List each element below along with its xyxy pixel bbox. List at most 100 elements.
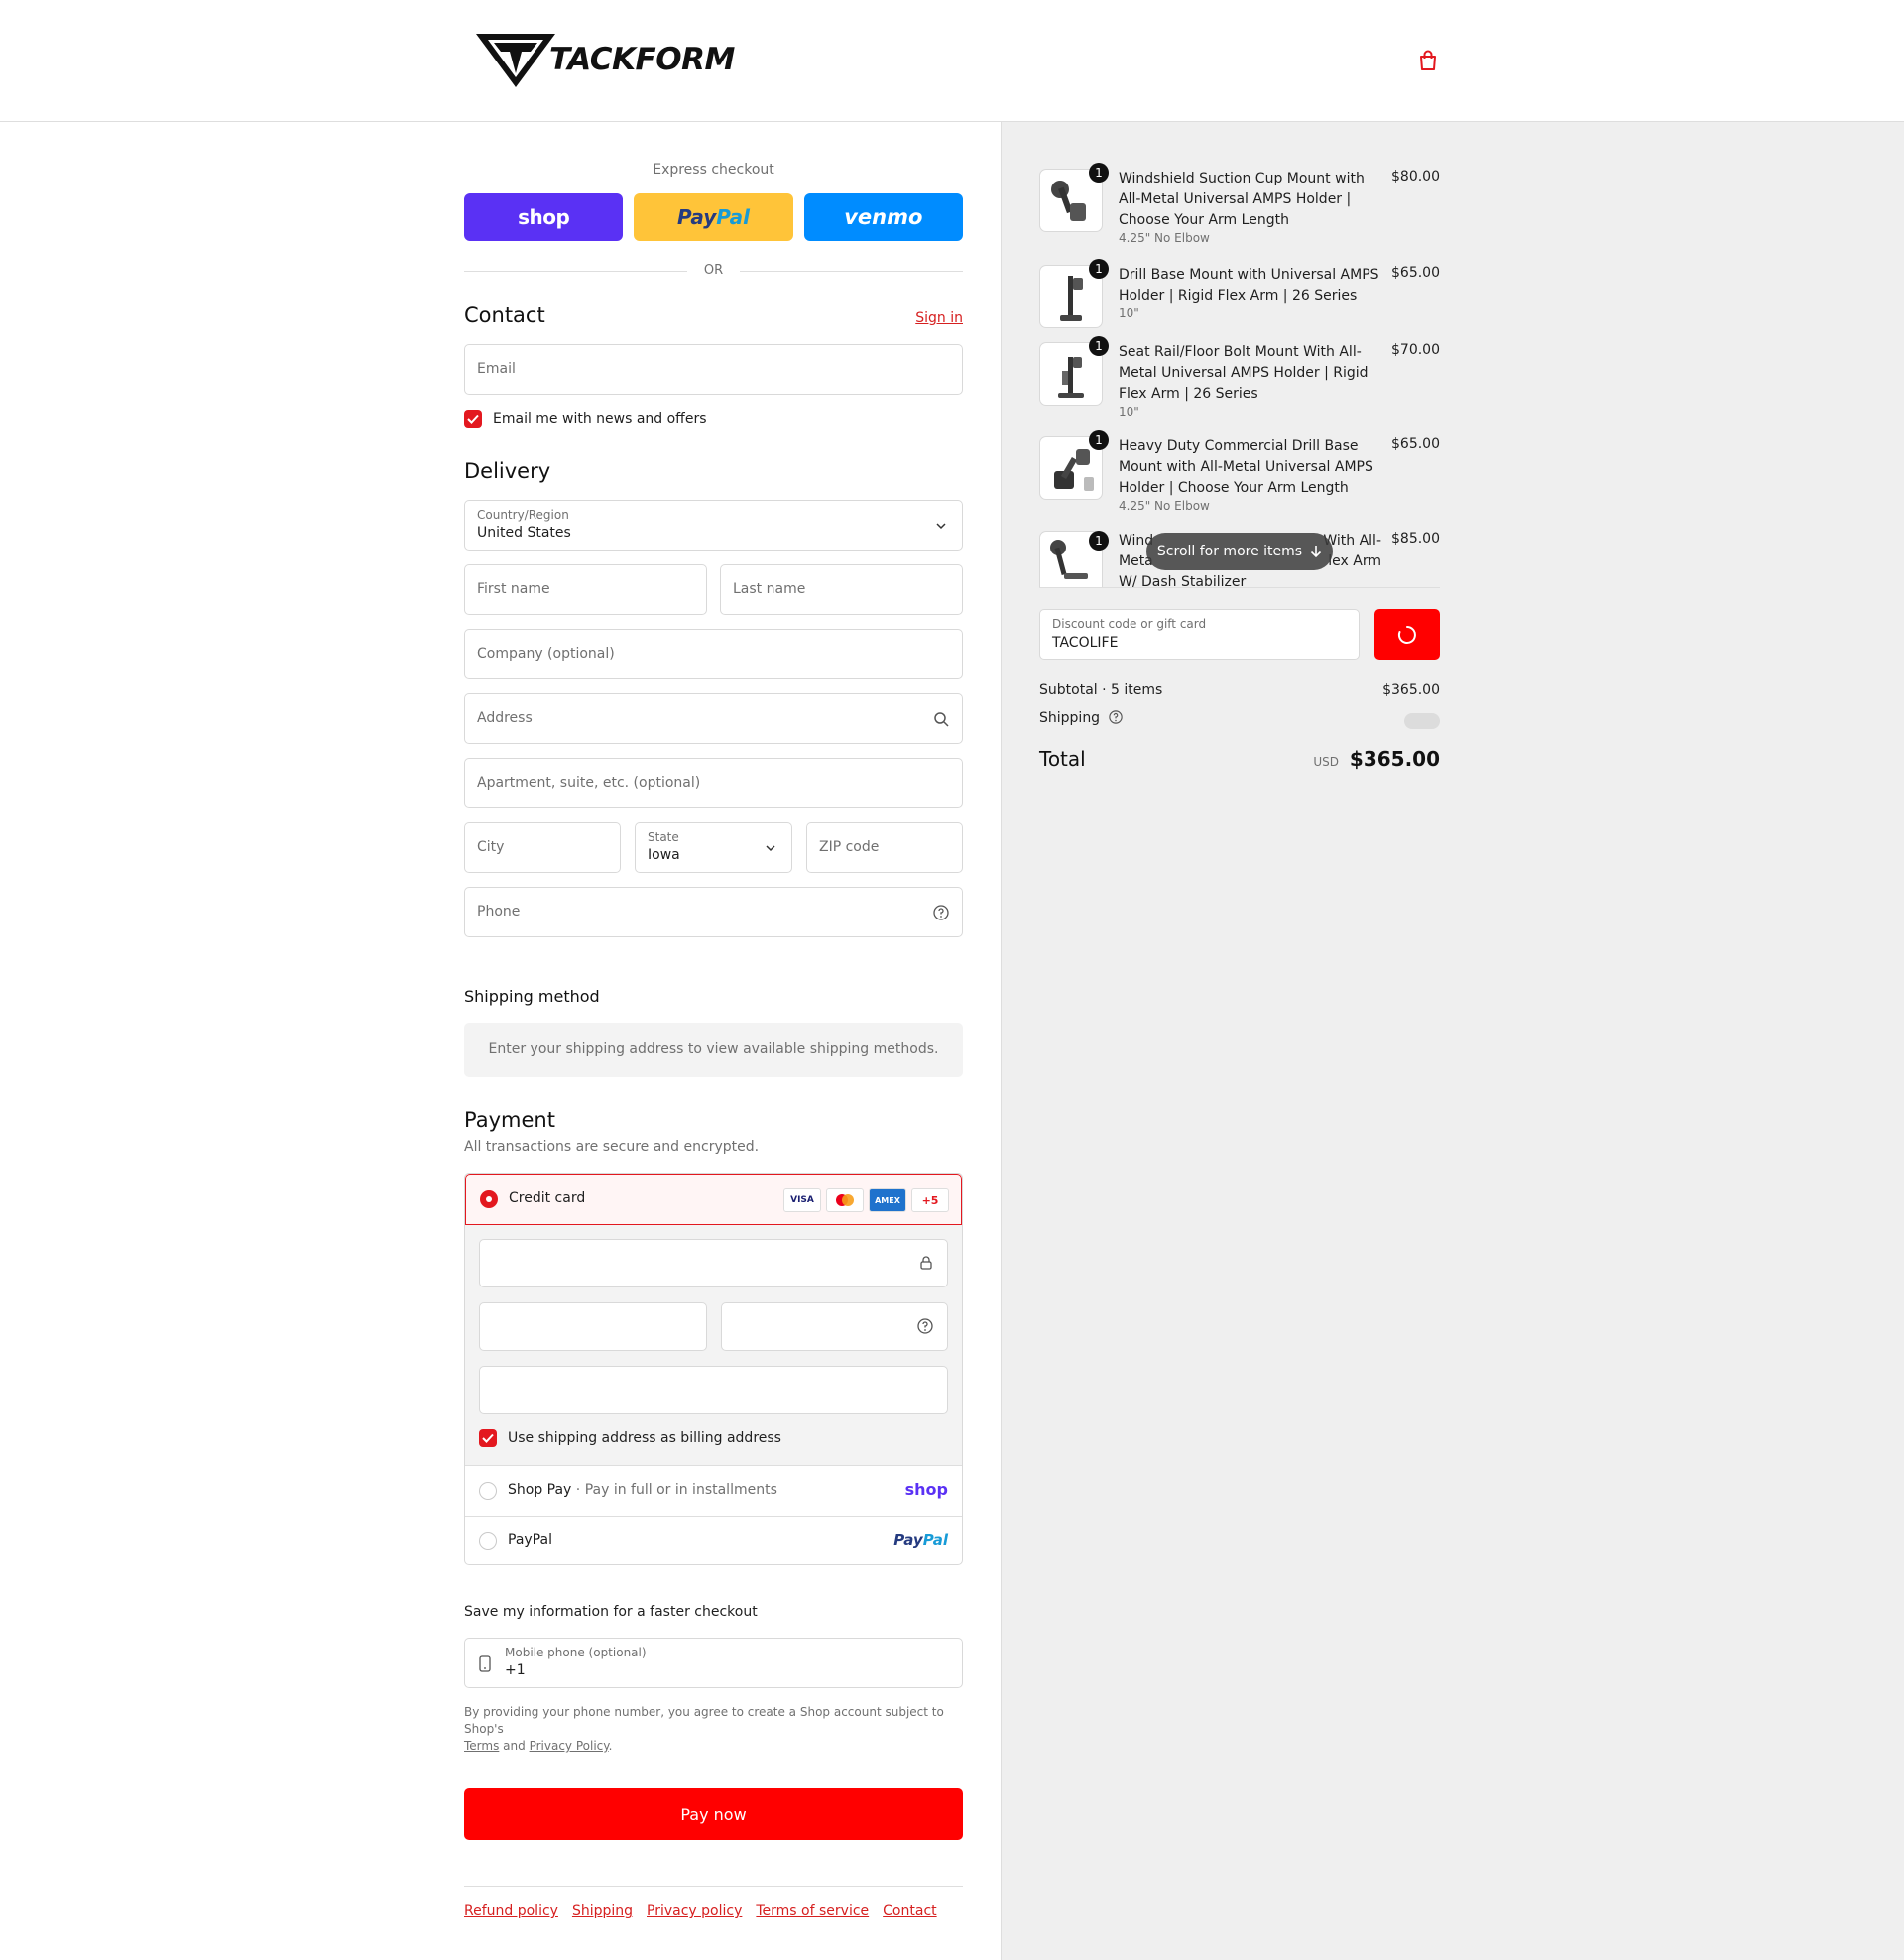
help-circle-icon[interactable] [932,904,950,921]
paypal-logo: PayPal [893,1531,948,1549]
city-placeholder: City [477,839,505,855]
line-item: 1 Seat Rail/Floor Bolt Mount With All-Me… [1039,336,1440,422]
privacy-policy-link[interactable]: Privacy Policy [530,1739,609,1753]
footer-links: Refund policy Shipping Privacy policy Te… [464,1903,937,1919]
name-on-card-field[interactable] [479,1366,948,1414]
shop-pay-express-button[interactable]: shop [464,193,624,241]
credit-card-option[interactable]: Credit card VISA AMEX +5 [465,1174,962,1225]
quantity-badge: 1 [1089,531,1109,551]
terms-link[interactable]: Terms [464,1739,499,1753]
visa-logo: VISA [783,1188,821,1212]
last-name-field[interactable]: Last name [720,564,963,615]
zip-field[interactable]: ZIP code [806,822,963,873]
product-name-part: W/ Dash Stabilizer [1119,574,1247,587]
product-name: Windshield Suction Cup Mount with All-Me… [1119,171,1365,228]
address-placeholder: Address [477,710,533,726]
subtotal-value: $365.00 [1382,682,1440,698]
card-number-field[interactable] [479,1239,948,1287]
product-name: Seat Rail/Floor Bolt Mount With All-Meta… [1119,344,1368,402]
total-label: Total [1039,747,1086,771]
state-value: Iowa [648,847,680,863]
express-checkout-label: Express checkout [653,162,774,178]
scroll-hint-label: Scroll for more items [1156,544,1303,559]
save-info-title: Save my information for a faster checkou… [464,1604,758,1620]
product-name: Heavy Duty Commercial Drill Base Mount w… [1119,438,1373,496]
mobile-phone-label: Mobile phone (optional) [505,1646,647,1659]
pay-now-button[interactable]: Pay now [464,1788,963,1840]
paypal-logo-pal: Pal [922,1531,948,1549]
shop-account-disclaimer: By providing your phone number, you agre… [464,1704,963,1755]
refund-policy-link[interactable]: Refund policy [464,1903,558,1919]
shop-pay-option-label: Shop Pay · Pay in full or in installment… [508,1482,777,1498]
more-cards-badge: +5 [911,1188,949,1212]
company-field[interactable]: Company (optional) [464,629,963,679]
help-circle-icon[interactable] [1108,710,1123,724]
quantity-badge: 1 [1089,430,1109,450]
shop-pay-subtext: Pay in full or in installments [584,1482,777,1498]
product-price: $70.00 [1391,342,1440,358]
security-code-field[interactable] [721,1302,948,1351]
apartment-field[interactable]: Apartment, suite, etc. (optional) [464,758,963,808]
shipping-policy-link[interactable]: Shipping [572,1903,633,1919]
country-select[interactable]: Country/Region United States [464,500,963,551]
paypal-express-button[interactable]: Pay Pal [634,193,793,241]
shop-pay-logo: shop [518,205,570,229]
payment-title: Payment [464,1108,555,1132]
or-text: OR [703,263,724,278]
billing-address-checkbox-row[interactable]: Use shipping address as billing address [479,1429,781,1447]
paypal-option[interactable]: PayPal PayPal [465,1516,962,1564]
product-name-part: lex Arm [1328,553,1381,569]
apartment-placeholder: Apartment, suite, etc. (optional) [477,775,701,791]
apply-discount-button[interactable] [1374,609,1440,660]
sign-in-link[interactable]: Sign in [915,310,963,326]
paypal-logo-pay: Pay [676,205,717,229]
phone-field[interactable]: Phone [464,887,963,937]
last-name-placeholder: Last name [733,581,806,597]
terms-of-service-link[interactable]: Terms of service [756,1903,869,1919]
product-variant: 10" [1119,405,1139,419]
address-field[interactable]: Address [464,693,963,744]
scroll-for-more-button[interactable]: Scroll for more items [1146,533,1333,570]
chevron-down-icon [932,517,950,535]
product-variant: 4.25" No Elbow [1119,499,1210,513]
shop-pay-logo: shop [904,1480,948,1499]
news-offers-label: Email me with news and offers [493,411,707,427]
shop-pay-radio[interactable] [479,1482,497,1500]
lock-icon [919,1255,933,1275]
zip-placeholder: ZIP code [819,839,880,855]
paypal-radio[interactable] [479,1532,497,1550]
expiry-field[interactable] [479,1302,707,1351]
news-offers-checkbox[interactable] [464,410,482,428]
total-value: $365.00 [1349,747,1440,771]
first-name-placeholder: First name [477,581,550,597]
billing-address-checkbox[interactable] [479,1429,497,1447]
state-select[interactable]: State Iowa [635,822,792,873]
amex-logo: AMEX [869,1188,906,1212]
subtotal-label: Subtotal · 5 items [1039,682,1163,698]
venmo-express-button[interactable]: venmo [803,193,963,241]
footer-divider [464,1886,963,1887]
cart-button[interactable] [1415,48,1441,73]
news-offers-checkbox-row[interactable]: Email me with news and offers [464,410,707,428]
disclaimer-and: and [503,1739,526,1753]
privacy-policy-link[interactable]: Privacy policy [647,1903,742,1919]
city-field[interactable]: City [464,822,621,873]
paypal-label: PayPal [508,1532,552,1548]
or-divider: OR [464,261,963,281]
help-circle-icon[interactable] [917,1318,933,1338]
logo-mark-icon [476,34,555,87]
checkmark-icon [467,414,479,424]
discount-code-field[interactable]: Discount code or gift card TACOLIFE [1039,609,1360,660]
shop-pay-label: Shop Pay [508,1482,572,1498]
contact-link[interactable]: Contact [883,1903,936,1919]
mobile-phone-field[interactable]: Mobile phone (optional) +1 [464,1638,963,1688]
shop-pay-option[interactable]: Shop Pay · Pay in full or in installment… [465,1466,962,1516]
tackform-logo[interactable]: TACKFORM [474,30,735,89]
company-placeholder: Company (optional) [477,646,615,662]
first-name-field[interactable]: First name [464,564,707,615]
line-item: 1 Windshield Suction Cup Mount with All-… [1039,163,1440,248]
email-field[interactable]: Email [464,344,963,395]
search-icon [932,710,950,728]
credit-card-radio[interactable] [480,1190,498,1208]
payment-subtitle: All transactions are secure and encrypte… [464,1139,760,1155]
